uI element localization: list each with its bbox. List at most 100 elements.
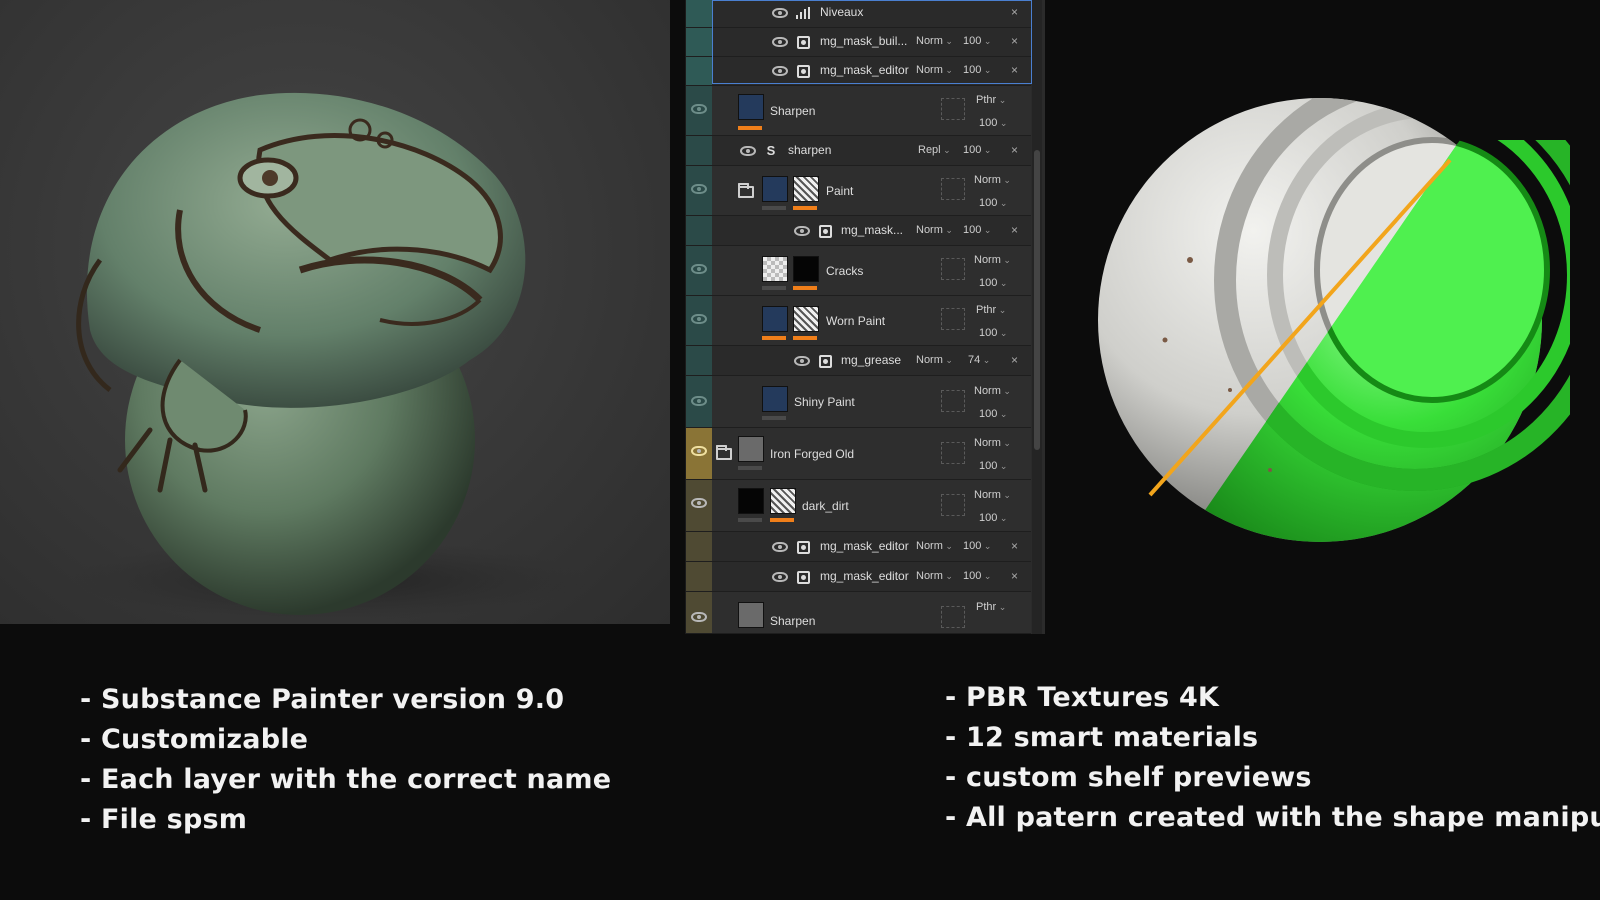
visibility-eye-icon[interactable] bbox=[772, 66, 788, 76]
layer-row-cracks[interactable]: Cracks Norm 100 bbox=[686, 246, 1031, 296]
opacity-value[interactable]: 100 bbox=[963, 35, 991, 47]
layer-row-sharpen-filter[interactable]: S sharpen Repl 100 × bbox=[686, 136, 1031, 166]
remove-effect-icon[interactable]: × bbox=[1011, 569, 1018, 583]
mask-indicator-bar bbox=[793, 336, 817, 340]
blend-mode-select[interactable]: Pthr bbox=[976, 601, 1006, 613]
layer-color-strip bbox=[686, 28, 712, 56]
visibility-eye-icon[interactable] bbox=[691, 104, 707, 114]
layer-row-paint[interactable]: Paint Norm 100 bbox=[686, 166, 1031, 216]
toad-statue-render bbox=[0, 0, 670, 624]
layer-name: Paint bbox=[826, 184, 854, 198]
visibility-eye-icon[interactable] bbox=[794, 226, 810, 236]
blend-mode-select[interactable]: Norm bbox=[916, 35, 953, 47]
opacity-value[interactable]: 100 bbox=[979, 408, 1007, 420]
visibility-eye-icon[interactable] bbox=[691, 612, 707, 622]
layer-row-mask-editor[interactable]: mg_mask_editor Norm 100 × bbox=[686, 532, 1031, 562]
feature-item: - File spsm bbox=[80, 804, 248, 835]
layer-name: Sharpen bbox=[770, 104, 816, 118]
blend-mode-select[interactable]: Norm bbox=[974, 254, 1011, 266]
remove-effect-icon[interactable]: × bbox=[1011, 353, 1018, 367]
opacity-value[interactable]: 100 bbox=[963, 540, 991, 552]
mask-indicator-bar bbox=[762, 206, 786, 210]
visibility-eye-icon[interactable] bbox=[772, 8, 788, 18]
opacity-value[interactable]: 100 bbox=[963, 570, 991, 582]
mask-generator-icon bbox=[797, 571, 810, 584]
opacity-value[interactable]: 100 bbox=[979, 277, 1007, 289]
feature-item: - Customizable bbox=[80, 724, 309, 755]
mask-indicator-bar bbox=[738, 466, 762, 470]
remove-effect-icon[interactable]: × bbox=[1011, 34, 1018, 48]
blend-mode-select[interactable]: Norm bbox=[916, 540, 953, 552]
visibility-eye-icon[interactable] bbox=[772, 37, 788, 47]
mask-generator-icon bbox=[819, 355, 832, 368]
blend-mode-select[interactable]: Norm bbox=[974, 489, 1011, 501]
mask-indicator-bar bbox=[762, 286, 786, 290]
visibility-eye-icon[interactable] bbox=[772, 572, 788, 582]
layer-name: Iron Forged Old bbox=[770, 447, 855, 461]
mask-generator-icon bbox=[797, 65, 810, 78]
layer-mask-slot bbox=[941, 98, 965, 120]
visibility-eye-icon[interactable] bbox=[691, 314, 707, 324]
layer-color-strip bbox=[686, 136, 712, 165]
layer-row-mask-editor[interactable]: mg_mask_editor Norm 100 × bbox=[686, 57, 1031, 86]
blend-mode-select[interactable]: Pthr bbox=[976, 304, 1006, 316]
visibility-eye-icon[interactable] bbox=[691, 184, 707, 194]
blend-mode-select[interactable]: Repl bbox=[918, 144, 951, 156]
blend-mode-select[interactable]: Norm bbox=[916, 570, 953, 582]
layer-thumbnail bbox=[762, 256, 788, 282]
opacity-value[interactable]: 100 bbox=[979, 197, 1007, 209]
visibility-eye-icon[interactable] bbox=[691, 396, 707, 406]
layer-row-mask-builder[interactable]: mg_mask_buil... Norm 100 × bbox=[686, 28, 1031, 57]
opacity-value[interactable]: 100 bbox=[979, 512, 1007, 524]
opacity-value[interactable]: 100 bbox=[963, 144, 991, 156]
opacity-value[interactable]: 74 bbox=[968, 354, 990, 366]
layer-row-grease[interactable]: mg_grease Norm 74 × bbox=[686, 346, 1031, 376]
layer-mask-slot bbox=[941, 494, 965, 516]
layer-mask-slot bbox=[941, 606, 965, 628]
blend-mode-select[interactable]: Norm bbox=[916, 64, 953, 76]
blend-mode-select[interactable]: Norm bbox=[974, 437, 1011, 449]
opacity-value[interactable]: 100 bbox=[963, 224, 991, 236]
layer-mask-slot bbox=[941, 308, 965, 330]
mask-indicator-bar bbox=[793, 286, 817, 290]
opacity-value[interactable]: 100 bbox=[979, 117, 1007, 129]
remove-effect-icon[interactable]: × bbox=[1011, 539, 1018, 553]
layer-color-strip bbox=[686, 562, 712, 591]
blend-mode-select[interactable]: Norm bbox=[974, 385, 1011, 397]
blend-mode-select[interactable]: Pthr bbox=[976, 94, 1006, 106]
visibility-eye-icon[interactable] bbox=[772, 542, 788, 552]
visibility-eye-icon[interactable] bbox=[740, 146, 756, 156]
opacity-value[interactable]: 100 bbox=[979, 460, 1007, 472]
visibility-eye-icon[interactable] bbox=[691, 446, 707, 456]
layer-row-niveaux[interactable]: Niveaux × bbox=[686, 0, 1031, 28]
layer-color-strip bbox=[686, 346, 712, 375]
layer-name: mg_mask_editor bbox=[820, 569, 909, 583]
layer-row-worn-paint[interactable]: Worn Paint Pthr 100 bbox=[686, 296, 1031, 346]
layer-name: mg_mask_editor bbox=[820, 539, 909, 553]
blend-mode-select[interactable]: Norm bbox=[974, 174, 1011, 186]
remove-effect-icon[interactable]: × bbox=[1011, 63, 1018, 77]
layer-row-iron-forged-old[interactable]: Iron Forged Old Norm 100 bbox=[686, 428, 1031, 480]
blend-mode-select[interactable]: Norm bbox=[916, 354, 953, 366]
folder-icon[interactable] bbox=[716, 445, 732, 460]
opacity-value[interactable]: 100 bbox=[963, 64, 991, 76]
blend-mode-select[interactable]: Norm bbox=[916, 224, 953, 236]
layer-row-dark-dirt[interactable]: dark_dirt Norm 100 bbox=[686, 480, 1031, 532]
scrollbar-thumb[interactable] bbox=[1034, 150, 1040, 450]
visibility-eye-icon[interactable] bbox=[794, 356, 810, 366]
remove-effect-icon[interactable]: × bbox=[1011, 143, 1018, 157]
layer-name: Niveaux bbox=[820, 5, 864, 19]
layer-row-sharpen[interactable]: Sharpen Pthr 100 bbox=[686, 86, 1031, 136]
layer-mask-slot bbox=[941, 178, 965, 200]
opacity-value[interactable]: 100 bbox=[979, 327, 1007, 339]
layer-color-strip bbox=[686, 0, 712, 27]
layer-row-mask-editor[interactable]: mg_mask_editor Norm 100 × bbox=[686, 562, 1031, 592]
layer-row-paint-mask[interactable]: mg_mask... Norm 100 × bbox=[686, 216, 1031, 246]
layer-row-sharpen-bottom[interactable]: Sharpen Pthr bbox=[686, 592, 1031, 634]
remove-effect-icon[interactable]: × bbox=[1011, 223, 1018, 237]
layer-row-shiny-paint[interactable]: Shiny Paint Norm 100 bbox=[686, 376, 1031, 428]
visibility-eye-icon[interactable] bbox=[691, 498, 707, 508]
remove-effect-icon[interactable]: × bbox=[1011, 5, 1018, 19]
visibility-eye-icon[interactable] bbox=[691, 264, 707, 274]
folder-icon[interactable] bbox=[738, 183, 754, 198]
